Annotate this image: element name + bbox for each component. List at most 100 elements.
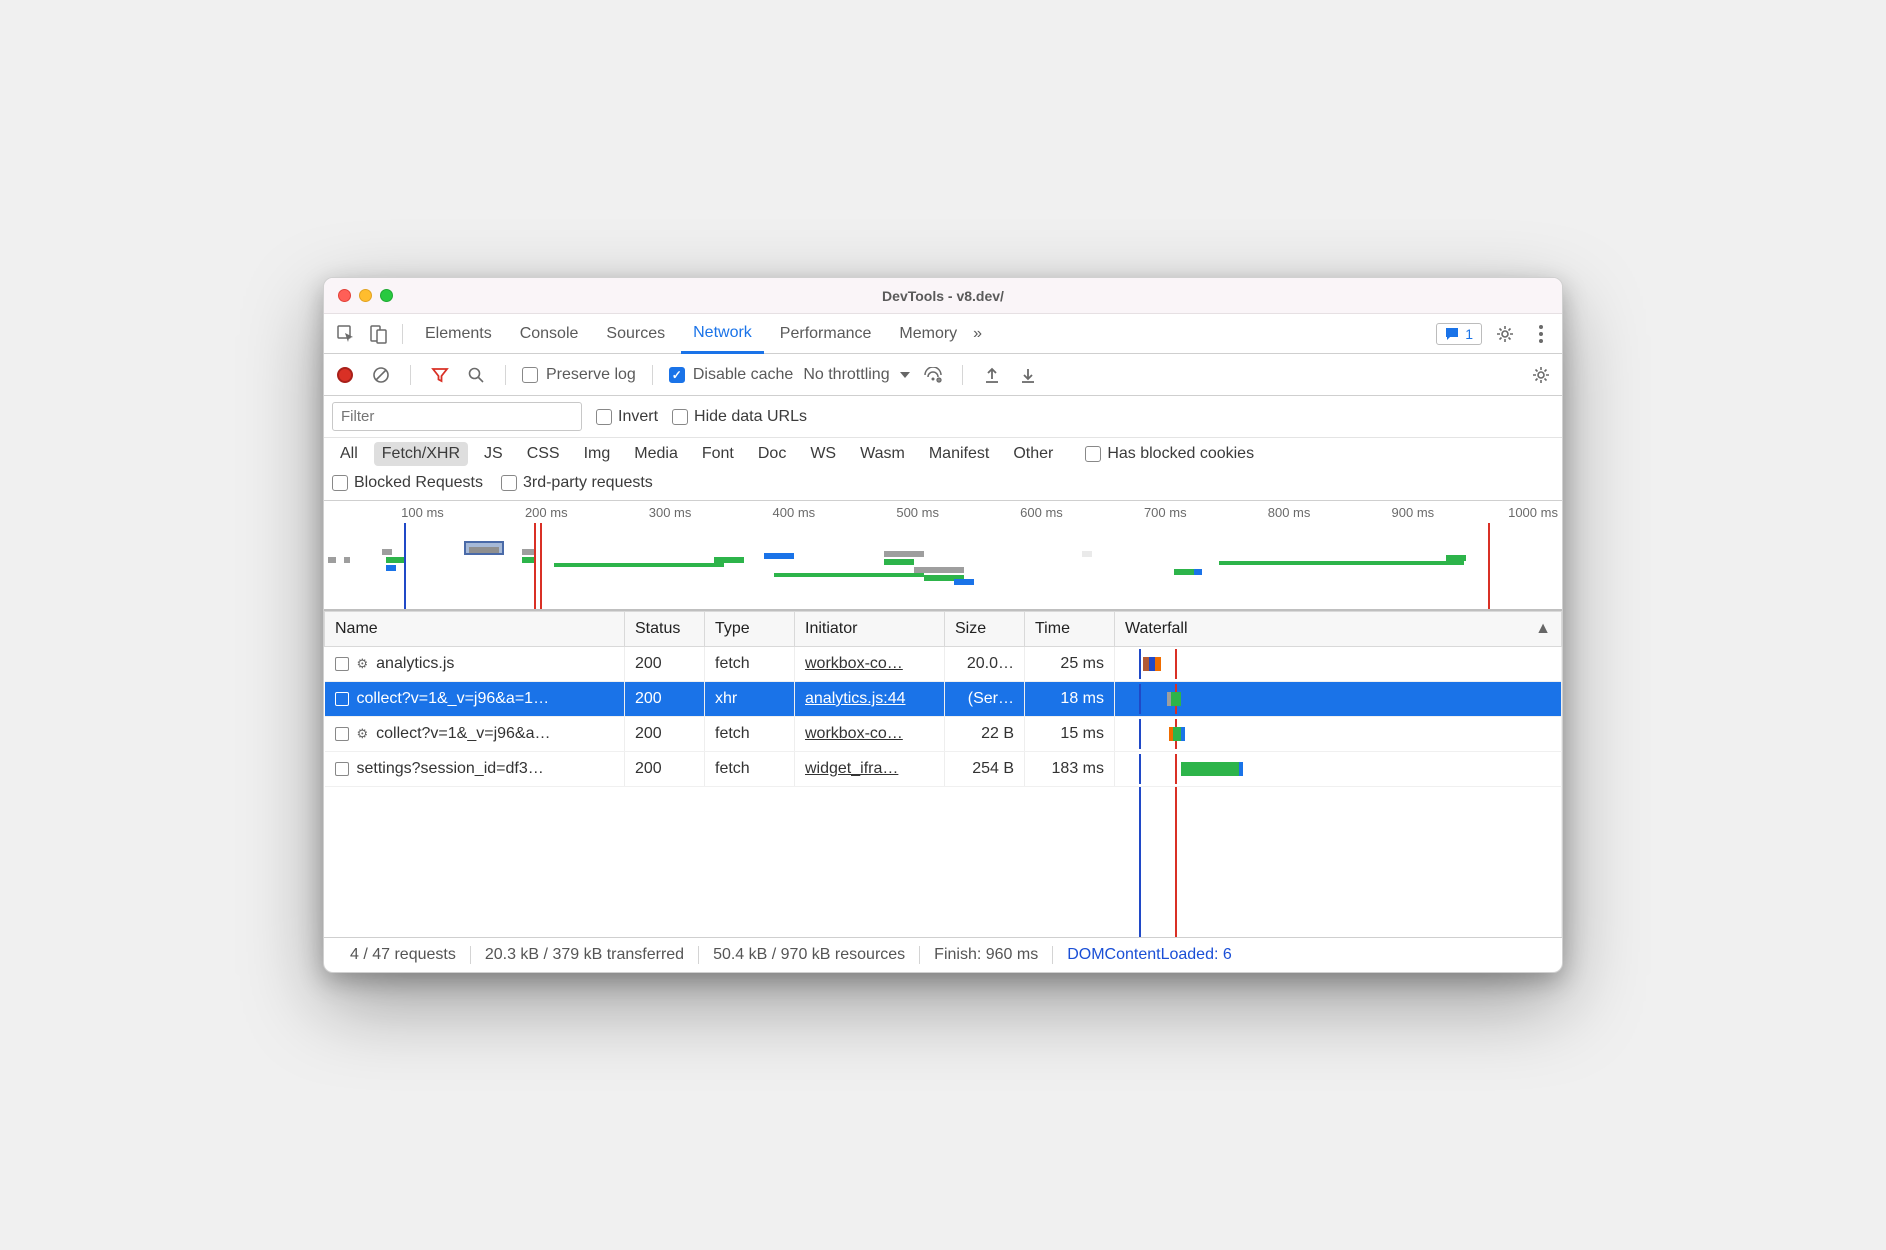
- table-row[interactable]: ⚙collect?v=1&_v=j96&a… 200 fetch workbox…: [325, 717, 1562, 752]
- dcl-line: [404, 523, 406, 611]
- status-finish: Finish: 960 ms: [920, 946, 1053, 964]
- network-conditions-icon[interactable]: [920, 362, 946, 388]
- network-settings-icon[interactable]: [1528, 362, 1554, 388]
- divider: [962, 365, 963, 385]
- request-size: 254 B: [945, 752, 1025, 787]
- type-wasm[interactable]: Wasm: [852, 442, 913, 466]
- request-time: 18 ms: [1025, 682, 1115, 717]
- waterfall-cell: [1115, 719, 1561, 749]
- tab-sources[interactable]: Sources: [594, 314, 677, 353]
- status-requests: 4 / 47 requests: [336, 946, 471, 964]
- status-transferred: 20.3 kB / 379 kB transferred: [471, 946, 699, 964]
- throttling-select[interactable]: No throttling: [803, 366, 909, 384]
- type-css[interactable]: CSS: [519, 442, 568, 466]
- request-initiator[interactable]: workbox-co…: [805, 655, 903, 672]
- preserve-log-checkbox[interactable]: [522, 367, 538, 383]
- upload-har-icon[interactable]: [979, 362, 1005, 388]
- requests-table: Name Status Type Initiator Size Time Wat…: [324, 611, 1562, 937]
- tl-label: 500 ms: [819, 505, 943, 523]
- settings-icon[interactable]: [1492, 321, 1518, 347]
- chat-icon: [1445, 327, 1459, 341]
- has-blocked-cookies-checkbox[interactable]: [1085, 446, 1101, 462]
- invert-checkbox[interactable]: [596, 409, 612, 425]
- tl-label: 100 ms: [324, 505, 448, 523]
- tl-bar: [884, 559, 914, 565]
- request-checkbox[interactable]: [335, 762, 349, 776]
- type-all[interactable]: All: [332, 442, 366, 466]
- request-initiator[interactable]: analytics.js:44: [805, 690, 906, 707]
- tabs-bar: Elements Console Sources Network Perform…: [324, 314, 1562, 354]
- issues-badge[interactable]: 1: [1436, 323, 1482, 345]
- type-manifest[interactable]: Manifest: [921, 442, 997, 466]
- blocked-requests-label: Blocked Requests: [354, 474, 483, 492]
- tab-network[interactable]: Network: [681, 315, 764, 354]
- type-media[interactable]: Media: [626, 442, 686, 466]
- more-tabs-button[interactable]: »: [973, 325, 997, 343]
- clear-button[interactable]: [368, 362, 394, 388]
- table-row[interactable]: ⚙analytics.js 200 fetch workbox-co… 20.0…: [325, 647, 1562, 682]
- blocked-requests-checkbox[interactable]: [332, 475, 348, 491]
- type-other[interactable]: Other: [1005, 442, 1061, 466]
- request-initiator[interactable]: workbox-co…: [805, 725, 903, 742]
- request-size: 22 B: [945, 717, 1025, 752]
- tl-bar: [386, 565, 396, 571]
- request-name: collect?v=1&_v=j96&a…: [376, 725, 550, 743]
- col-type[interactable]: Type: [705, 612, 795, 647]
- table-row[interactable]: collect?v=1&_v=j96&a=1… 200 xhr analytic…: [325, 682, 1562, 717]
- timeline-labels: 100 ms 200 ms 300 ms 400 ms 500 ms 600 m…: [324, 505, 1562, 523]
- tl-label: 200 ms: [448, 505, 572, 523]
- request-checkbox[interactable]: [335, 727, 349, 741]
- divider: [402, 324, 403, 344]
- has-blocked-cookies-label: Has blocked cookies: [1107, 445, 1254, 463]
- request-initiator[interactable]: widget_ifra…: [805, 760, 898, 777]
- col-waterfall[interactable]: Waterfall▲: [1115, 612, 1562, 647]
- col-size[interactable]: Size: [945, 612, 1025, 647]
- disable-cache-label: Disable cache: [693, 366, 794, 384]
- gear-icon: ⚙: [357, 726, 369, 742]
- tl-label: 600 ms: [943, 505, 1067, 523]
- type-ws[interactable]: WS: [802, 442, 844, 466]
- tl-bar: [774, 573, 924, 577]
- col-status[interactable]: Status: [625, 612, 705, 647]
- tl-label: 700 ms: [1067, 505, 1191, 523]
- request-status: 200: [625, 682, 705, 717]
- titlebar: DevTools - v8.dev/: [324, 278, 1562, 314]
- type-font[interactable]: Font: [694, 442, 742, 466]
- tab-elements[interactable]: Elements: [413, 314, 504, 353]
- download-har-icon[interactable]: [1015, 362, 1041, 388]
- disable-cache-checkbox[interactable]: [669, 367, 685, 383]
- filter-input[interactable]: [332, 402, 582, 431]
- kebab-menu-icon[interactable]: [1528, 321, 1554, 347]
- tab-memory[interactable]: Memory: [887, 314, 969, 353]
- col-initiator[interactable]: Initiator: [795, 612, 945, 647]
- tl-label: 1000 ms: [1438, 505, 1562, 523]
- network-toolbar: Preserve log Disable cache No throttling: [324, 354, 1562, 396]
- type-img[interactable]: Img: [576, 442, 619, 466]
- table-row[interactable]: settings?session_id=df3… 200 fetch widge…: [325, 752, 1562, 787]
- tl-bar: [914, 567, 964, 573]
- filter-icon[interactable]: [427, 362, 453, 388]
- inspect-icon[interactable]: [332, 320, 360, 348]
- device-toggle-icon[interactable]: [364, 320, 392, 348]
- tl-bar: [1446, 555, 1466, 561]
- tab-performance[interactable]: Performance: [768, 314, 884, 353]
- col-name[interactable]: Name: [325, 612, 625, 647]
- divider: [410, 365, 411, 385]
- tl-bar: [1219, 561, 1464, 565]
- third-party-checkbox[interactable]: [501, 475, 517, 491]
- tl-bar: [1174, 569, 1196, 575]
- tab-console[interactable]: Console: [508, 314, 591, 353]
- col-time[interactable]: Time: [1025, 612, 1115, 647]
- request-time: 183 ms: [1025, 752, 1115, 787]
- third-party-label: 3rd-party requests: [523, 474, 653, 492]
- request-checkbox[interactable]: [335, 657, 349, 671]
- timeline-overview[interactable]: 100 ms 200 ms 300 ms 400 ms 500 ms 600 m…: [324, 501, 1562, 611]
- request-size: (Ser…: [945, 682, 1025, 717]
- type-fetch-xhr[interactable]: Fetch/XHR: [374, 442, 468, 466]
- type-doc[interactable]: Doc: [750, 442, 794, 466]
- search-icon[interactable]: [463, 362, 489, 388]
- record-button[interactable]: [332, 362, 358, 388]
- hide-data-urls-checkbox[interactable]: [672, 409, 688, 425]
- request-checkbox[interactable]: [335, 692, 349, 706]
- type-js[interactable]: JS: [476, 442, 511, 466]
